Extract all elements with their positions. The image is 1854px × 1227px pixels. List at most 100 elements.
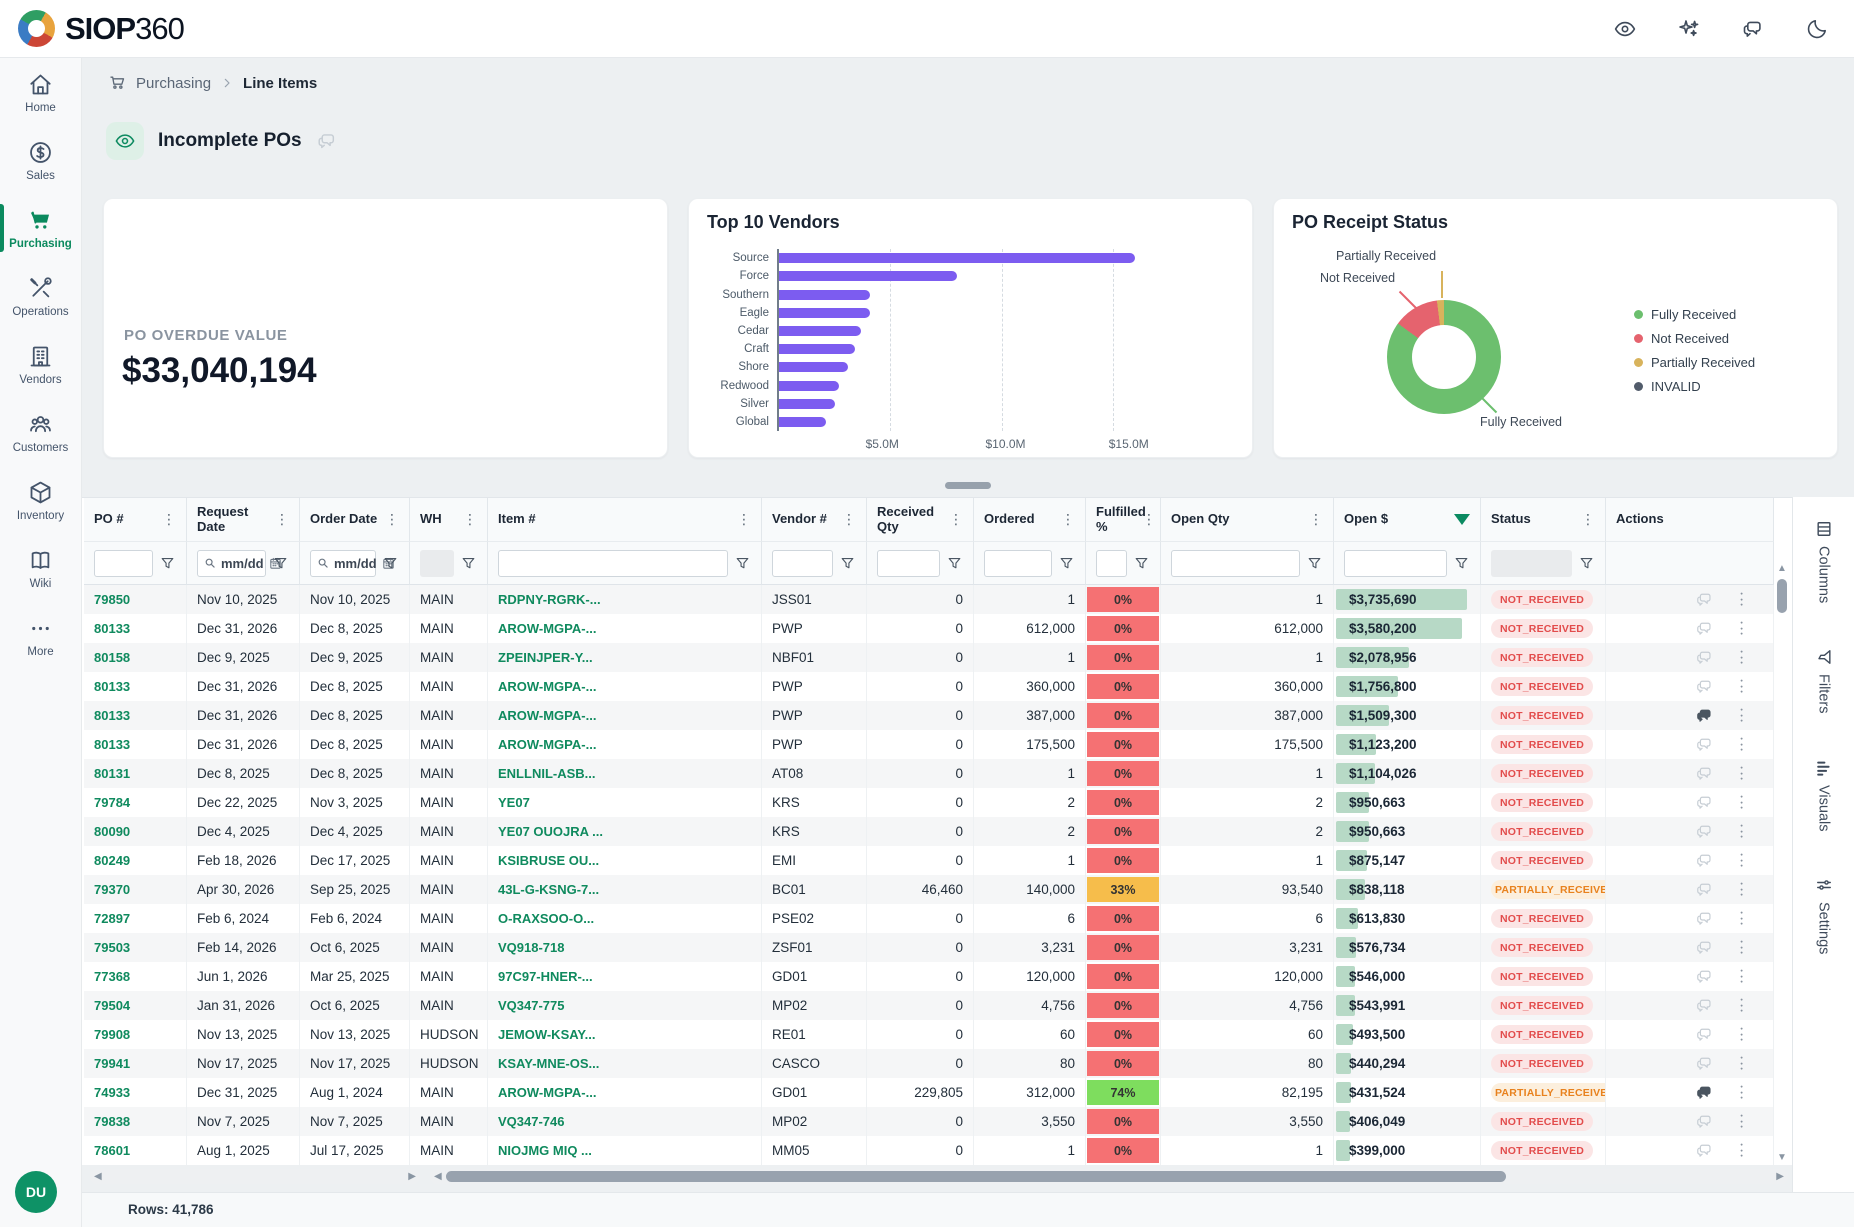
po-number-link[interactable]: 80249	[94, 853, 130, 868]
po-number-link[interactable]: 79908	[94, 1027, 130, 1042]
row-comment-icon[interactable]	[1695, 967, 1714, 986]
filter-input-received[interactable]	[877, 550, 940, 577]
row-menu-icon[interactable]: ●●●	[1740, 620, 1743, 637]
filter-input-po[interactable]	[94, 550, 153, 577]
row-menu-icon[interactable]: ●●●	[1740, 823, 1743, 840]
row-comment-icon[interactable]	[1695, 648, 1714, 667]
row-menu-icon[interactable]: ●●●	[1740, 852, 1743, 869]
column-header-order_date[interactable]: Order Date⋮	[300, 498, 410, 542]
column-menu-icon[interactable]: ⋮	[1309, 511, 1323, 528]
row-menu-icon[interactable]: ●●●	[1740, 997, 1743, 1014]
item-number-link[interactable]: RDPNY-RGRK-...	[498, 592, 601, 607]
row-comment-icon[interactable]	[1695, 1112, 1714, 1131]
row-menu-icon[interactable]: ●●●	[1740, 1142, 1743, 1159]
column-header-fulfilled[interactable]: Fulfilled %⋮	[1086, 498, 1161, 542]
column-menu-icon[interactable]: ⋮	[385, 511, 399, 528]
column-header-open_usd[interactable]: Open $	[1334, 498, 1481, 542]
table-row[interactable]: 80133 Dec 31, 2026 Dec 8, 2025 MAIN AROW…	[84, 701, 1774, 730]
column-header-item[interactable]: Item #⋮	[488, 498, 762, 542]
item-number-link[interactable]: ENLLNIL-ASB...	[498, 766, 596, 781]
vendor-bar[interactable]	[779, 308, 870, 318]
item-number-link[interactable]: VQ347-746	[498, 1114, 565, 1129]
row-menu-icon[interactable]: ●●●	[1740, 649, 1743, 666]
po-number-link[interactable]: 80133	[94, 679, 130, 694]
dark-mode-icon[interactable]	[1804, 16, 1830, 42]
column-menu-icon[interactable]: ⋮	[162, 511, 176, 528]
row-comment-icon[interactable]	[1695, 851, 1714, 870]
item-number-link[interactable]: NIOJMG MIQ ...	[498, 1143, 592, 1158]
po-number-link[interactable]: 78601	[94, 1143, 130, 1158]
row-comment-icon[interactable]	[1695, 619, 1714, 638]
item-number-link[interactable]: 43L-G-KSNG-7...	[498, 882, 599, 897]
scroll-left-arrow[interactable]: ◀	[430, 1171, 446, 1182]
filter-funnel-icon[interactable]	[159, 555, 176, 572]
row-comment-icon[interactable]	[1695, 909, 1714, 928]
column-menu-icon[interactable]: ⋮	[737, 511, 751, 528]
item-number-link[interactable]: VQ918-718	[498, 940, 565, 955]
view-comments-icon[interactable]	[316, 130, 338, 152]
po-number-link[interactable]: 80131	[94, 766, 130, 781]
row-comment-icon[interactable]	[1695, 996, 1714, 1015]
sidebar-item-customers[interactable]: Customers	[0, 398, 81, 466]
po-number-link[interactable]: 80133	[94, 621, 130, 636]
filter-input-open_qty[interactable]	[1171, 550, 1300, 577]
sidebar-item-purchasing[interactable]: Purchasing	[0, 194, 81, 262]
column-menu-icon[interactable]: ⋮	[1581, 511, 1595, 528]
table-row[interactable]: 80133 Dec 31, 2026 Dec 8, 2025 MAIN AROW…	[84, 672, 1774, 701]
filter-funnel-icon[interactable]	[1453, 555, 1470, 572]
item-number-link[interactable]: O-RAXSOO-O...	[498, 911, 594, 926]
filter-funnel-icon[interactable]	[1306, 555, 1323, 572]
row-comment-icon[interactable]	[1695, 1025, 1714, 1044]
filter-input-item[interactable]	[498, 550, 728, 577]
column-header-po[interactable]: PO #⋮	[84, 498, 187, 542]
row-comment-icon[interactable]	[1695, 880, 1714, 899]
row-menu-icon[interactable]: ●●●	[1740, 591, 1743, 608]
column-menu-icon[interactable]: ⋮	[463, 511, 477, 528]
table-row[interactable]: 79941 Nov 17, 2025 Nov 17, 2025 HUDSON K…	[84, 1049, 1774, 1078]
vendor-bar[interactable]	[779, 271, 957, 281]
row-comment-icon[interactable]	[1695, 764, 1714, 783]
po-number-link[interactable]: 79504	[94, 998, 130, 1013]
item-number-link[interactable]: KSAY-MNE-OS...	[498, 1056, 599, 1071]
row-comment-icon[interactable]	[1695, 822, 1714, 841]
row-menu-icon[interactable]: ●●●	[1740, 1084, 1743, 1101]
row-menu-icon[interactable]: ●●●	[1740, 881, 1743, 898]
vendor-bar[interactable]	[779, 381, 839, 391]
row-menu-icon[interactable]: ●●●	[1740, 678, 1743, 695]
filter-funnel-icon[interactable]	[1058, 555, 1075, 572]
row-menu-icon[interactable]: ●●●	[1740, 707, 1743, 724]
row-comment-icon[interactable]	[1695, 590, 1714, 609]
po-number-link[interactable]: 80090	[94, 824, 130, 839]
sort-desc-indicator[interactable]	[1454, 514, 1470, 525]
table-horizontal-scrollbar[interactable]: ◀ ▶	[430, 1169, 1788, 1184]
filter-input-order_date[interactable]: mm/dd	[310, 550, 376, 577]
row-menu-icon[interactable]: ●●●	[1740, 910, 1743, 927]
scroll-right-arrow[interactable]: ▶	[404, 1171, 420, 1182]
table-row[interactable]: 79504 Jan 31, 2026 Oct 6, 2025 MAIN VQ34…	[84, 991, 1774, 1020]
sidebar-item-home[interactable]: Home	[0, 58, 81, 126]
table-row[interactable]: 80249 Feb 18, 2026 Dec 17, 2025 MAIN KSI…	[84, 846, 1774, 875]
column-menu-icon[interactable]: ⋮	[275, 511, 289, 528]
scroll-down-arrow[interactable]: ▼	[1776, 1152, 1788, 1163]
feedback-chat-icon[interactable]	[1740, 16, 1766, 42]
vendor-bar[interactable]	[779, 326, 861, 336]
table-row[interactable]: 78601 Aug 1, 2025 Jul 17, 2025 MAIN NIOJ…	[84, 1136, 1774, 1165]
po-number-link[interactable]: 80133	[94, 708, 130, 723]
po-number-link[interactable]: 77368	[94, 969, 130, 984]
filter-funnel-icon[interactable]	[734, 555, 751, 572]
item-number-link[interactable]: AROW-MGPA-...	[498, 1085, 596, 1100]
filter-input-vendor[interactable]	[772, 550, 833, 577]
visibility-icon[interactable]	[1612, 16, 1638, 42]
item-number-link[interactable]: JEMOW-KSAY...	[498, 1027, 596, 1042]
table-row[interactable]: 77368 Jun 1, 2026 Mar 25, 2025 MAIN 97C9…	[84, 962, 1774, 991]
filter-funnel-icon[interactable]	[946, 555, 963, 572]
row-comment-icon[interactable]	[1695, 938, 1714, 957]
item-number-link[interactable]: ZPEINJPER-Y...	[498, 650, 593, 665]
po-number-link[interactable]: 72897	[94, 911, 130, 926]
user-avatar[interactable]: DU	[15, 1171, 57, 1213]
row-comment-icon[interactable]	[1695, 1083, 1714, 1102]
sidebar-item-wiki[interactable]: Wiki	[0, 534, 81, 602]
vendor-bar[interactable]	[779, 253, 1135, 263]
item-number-link[interactable]: KSIBRUSE OU...	[498, 853, 599, 868]
po-number-link[interactable]: 79850	[94, 592, 130, 607]
